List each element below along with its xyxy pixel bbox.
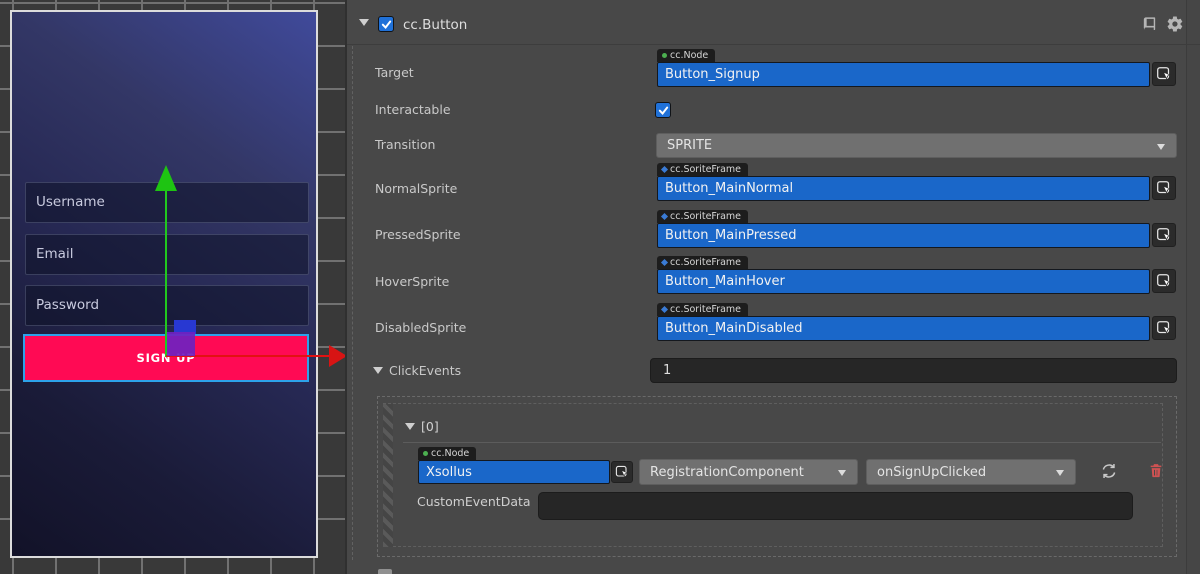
disabled-sprite-picker-button[interactable] [1152,316,1176,340]
event0-index-label: [0] [421,420,439,434]
normal-sprite-field[interactable]: Button_MainNormal [657,176,1150,201]
chevron-down-icon [1157,144,1165,150]
gear-icon[interactable] [1166,15,1184,37]
check-icon [381,19,392,30]
cursor-picker-icon [1155,226,1173,244]
pressed-sprite-field[interactable]: Button_MainPressed [657,223,1150,248]
target-picker-button[interactable] [1152,62,1176,86]
node-type-dot-icon [423,451,428,456]
hover-sprite-picker-button[interactable] [1152,269,1176,293]
spriteframe-type-dot-icon [661,213,668,220]
cursor-picker-icon [1155,272,1173,290]
event0-node-picker-button[interactable] [611,461,633,483]
cursor-picker-icon [1155,65,1173,83]
password-field[interactable]: Password [25,285,309,326]
collapse-clickevents-icon[interactable] [373,367,383,374]
chevron-down-icon [1056,470,1064,476]
disabled-sprite-type-tag: cc.SoriteFrame [657,303,748,316]
check-icon [658,105,669,116]
hover-sprite-field[interactable]: Button_MainHover [657,269,1150,294]
spriteframe-type-dot-icon [661,166,668,173]
collapse-component-icon[interactable] [359,19,369,26]
interactable-checkbox[interactable] [655,102,671,118]
editor-window: Username Email Password SIGN UP cc.Butto… [0,0,1200,574]
event0-refresh-button[interactable] [1100,462,1118,484]
normal-sprite-picker-button[interactable] [1152,176,1176,200]
target-label: Target [375,66,414,80]
chevron-down-icon [838,470,846,476]
gizmo-center-handle-overlay[interactable] [167,332,195,356]
help-book-icon[interactable] [1141,16,1158,37]
pressed-sprite-type-tag: cc.SoriteFrame [657,210,748,223]
trash-icon [1148,462,1164,479]
disabled-sprite-field[interactable]: Button_MainDisabled [657,316,1150,341]
email-field[interactable]: Email [25,234,309,275]
click-events-count-field[interactable]: 1 [650,358,1177,383]
cursor-picker-icon [1155,179,1173,197]
inspector-guide-line [352,46,353,560]
disabled-sprite-label: DisabledSprite [375,321,466,335]
transition-label: Transition [375,138,435,152]
custom-event-data-input[interactable] [538,492,1133,520]
node-type-dot-icon [662,53,667,58]
inspector-scrollbar[interactable] [1186,0,1200,574]
component-enabled-checkbox[interactable] [378,16,394,32]
component-title: cc.Button [403,17,467,33]
hover-sprite-label: HoverSprite [375,275,449,289]
event0-delete-button[interactable] [1148,462,1164,483]
event0-separator [403,442,1161,443]
event0-node-type-tag: cc.Node [418,447,476,460]
normal-sprite-label: NormalSprite [375,182,457,196]
interactable-label: Interactable [375,103,451,117]
device-screen: Username Email Password SIGN UP [10,10,318,558]
cursor-picker-icon [1155,319,1173,337]
cursor-picker-icon [614,464,630,480]
pressed-sprite-picker-button[interactable] [1152,223,1176,247]
email-placeholder: Email [36,246,73,262]
component-header [347,0,1200,45]
transition-dropdown[interactable]: SPRITE [656,133,1177,158]
event0-node-field[interactable]: Xsollus [418,460,610,484]
custom-event-data-label: CustomEventData [417,495,531,509]
username-placeholder: Username [36,194,105,210]
event0-handler-dropdown[interactable]: onSignUpClicked [866,459,1076,485]
next-component-checkbox[interactable] [378,569,392,574]
target-type-tag: cc.Node [657,49,715,62]
event0-component-dropdown[interactable]: RegistrationComponent [639,459,858,485]
scene-view[interactable]: Username Email Password SIGN UP [0,0,347,574]
password-placeholder: Password [36,297,99,313]
pressed-sprite-label: PressedSprite [375,228,461,242]
normal-sprite-type-tag: cc.SoriteFrame [657,163,748,176]
target-node-field[interactable]: Button_Signup [657,62,1150,87]
hover-sprite-type-tag: cc.SoriteFrame [657,256,748,269]
click-events-label: ClickEvents [389,364,461,378]
spriteframe-type-dot-icon [661,259,668,266]
spriteframe-type-dot-icon [661,306,668,313]
collapse-event0-icon[interactable] [405,423,415,430]
refresh-icon [1100,462,1118,480]
gizmo-y-axis-arrow-icon[interactable] [155,165,177,191]
event-item-drag-handle[interactable] [383,404,393,547]
